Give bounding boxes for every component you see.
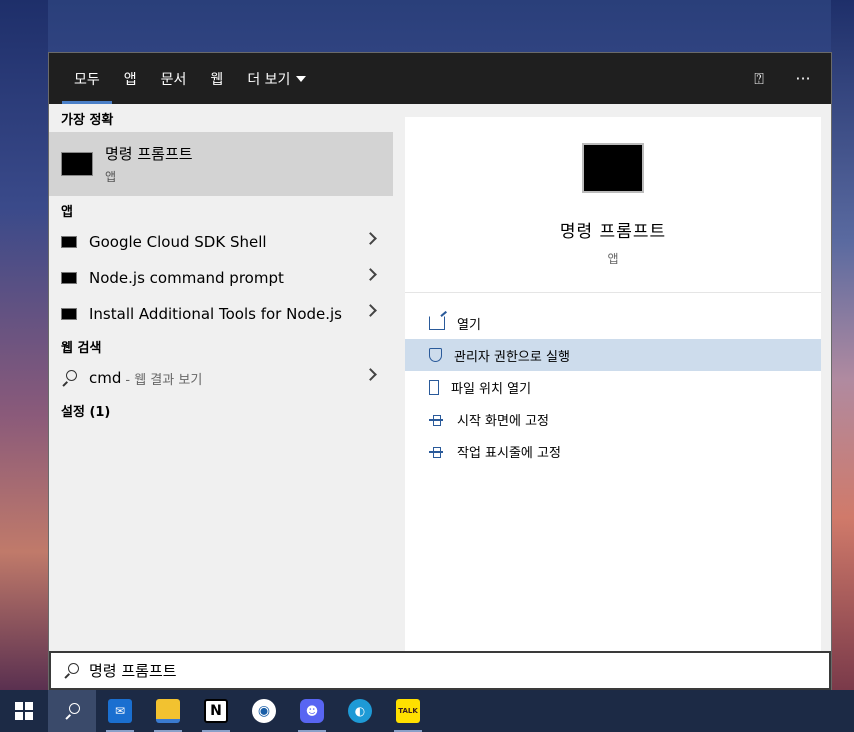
action-list: 열기 관리자 권한으로 실행 파일 위치 열기 시작 화면에 고정 작업 표시줄… — [405, 293, 821, 467]
terminal-icon — [61, 308, 77, 320]
tab-more[interactable]: 더 보기 — [235, 53, 318, 104]
more-options-icon[interactable]: ··· — [793, 69, 813, 88]
results-list: 가장 정확 명령 프롬프트 앱 앱 Google Cloud SDK Shell… — [49, 104, 393, 651]
search-icon — [64, 703, 80, 719]
action-label: 시작 화면에 고정 — [457, 413, 549, 429]
preview-title: 명령 프롬프트 — [559, 222, 667, 242]
taskbar-discord[interactable]: ☻ — [288, 690, 336, 732]
filter-tab-bar: 모두 앱 문서 웹 더 보기 ⍰ ··· — [49, 53, 831, 104]
action-label: 작업 표시줄에 고정 — [457, 445, 561, 461]
pin-icon — [429, 412, 445, 426]
search-icon — [61, 370, 77, 386]
command-prompt-icon — [582, 143, 644, 193]
taskbar-app-bird[interactable]: ◐ — [336, 690, 384, 732]
desktop-wallpaper-left — [0, 0, 48, 690]
tab-all-label: 모두 — [74, 71, 100, 88]
list-item-install-additional-tools[interactable]: Install Additional Tools for Node.js — [49, 296, 393, 332]
action-label: 관리자 권한으로 실행 — [454, 349, 570, 365]
best-match-header: 가장 정확 — [61, 112, 114, 128]
taskbar: ✉ N ◉ ☻ ◐ TALK — [0, 690, 854, 732]
web-query: cmd — [89, 369, 122, 387]
open-icon — [429, 316, 445, 330]
tab-web[interactable]: 웹 — [198, 53, 235, 104]
tab-apps[interactable]: 앱 — [112, 53, 149, 104]
tab-more-label: 더 보기 — [247, 71, 291, 88]
preview-pane: 명령 프롬프트 앱 열기 관리자 권한으로 실행 파일 위치 열기 시작 화면에… — [405, 117, 821, 651]
apps-header: 앱 — [61, 204, 73, 220]
list-item-google-cloud-sdk-shell[interactable]: Google Cloud SDK Shell — [49, 224, 393, 260]
windows-logo-icon — [15, 702, 33, 720]
shield-icon — [429, 348, 442, 362]
settings-header[interactable]: 설정 (1) — [49, 396, 393, 424]
bird-icon: ◐ — [348, 699, 372, 723]
terminal-icon — [61, 236, 77, 248]
best-match-item[interactable]: 명령 프롬프트 앱 — [49, 132, 393, 196]
desktop-wallpaper-right — [831, 0, 854, 690]
start-button[interactable] — [0, 690, 48, 732]
search-input[interactable] — [89, 661, 689, 680]
taskbar-kakaotalk[interactable]: TALK — [384, 690, 432, 732]
kakaotalk-icon: TALK — [396, 699, 420, 723]
feedback-icon[interactable]: ⍰ — [749, 69, 769, 89]
web-query-suffix: - 웹 결과 보기 — [125, 372, 203, 388]
list-item-label: Node.js command prompt — [89, 269, 284, 287]
list-item-web-search[interactable]: cmd - 웹 결과 보기 — [49, 360, 393, 396]
list-item-label: Install Additional Tools for Node.js — [89, 305, 343, 323]
notion-icon: N — [204, 699, 228, 723]
preview-subtitle: 앱 — [607, 252, 619, 266]
action-label: 파일 위치 열기 — [451, 381, 532, 397]
action-label: 열기 — [457, 317, 481, 333]
folder-icon — [156, 699, 180, 723]
mail-icon: ✉ — [108, 699, 132, 723]
best-match-subtitle: 앱 — [105, 170, 117, 184]
tab-documents-label: 문서 — [160, 71, 187, 88]
chevron-right-icon[interactable] — [364, 232, 377, 245]
list-item-nodejs-command-prompt[interactable]: Node.js command prompt — [49, 260, 393, 296]
pin-icon — [429, 444, 445, 458]
folder-icon — [429, 379, 439, 395]
taskbar-notion[interactable]: N — [192, 690, 240, 732]
tab-all[interactable]: 모두 — [62, 53, 112, 104]
chevron-right-icon[interactable] — [364, 268, 377, 281]
taskbar-search-button[interactable] — [48, 690, 96, 732]
chevron-right-icon[interactable] — [364, 304, 377, 317]
taskbar-mail[interactable]: ✉ — [96, 690, 144, 732]
action-open[interactable]: 열기 — [405, 307, 821, 339]
action-pin-to-taskbar[interactable]: 작업 표시줄에 고정 — [405, 435, 821, 467]
web-search-header: 웹 검색 — [61, 340, 102, 356]
action-open-file-location[interactable]: 파일 위치 열기 — [405, 371, 821, 403]
search-icon — [63, 662, 79, 679]
caret-down-icon — [296, 75, 307, 82]
action-run-as-admin[interactable]: 관리자 권한으로 실행 — [405, 339, 821, 371]
action-pin-to-start[interactable]: 시작 화면에 고정 — [405, 403, 821, 435]
globe-icon: ◉ — [252, 699, 276, 723]
command-prompt-icon — [61, 152, 93, 176]
best-match-title: 명령 프롬프트 — [105, 145, 193, 163]
search-box[interactable] — [49, 651, 831, 690]
list-item-label: Google Cloud SDK Shell — [89, 233, 267, 251]
taskbar-file-explorer[interactable] — [144, 690, 192, 732]
tab-apps-label: 앱 — [123, 71, 137, 88]
taskbar-browser[interactable]: ◉ — [240, 690, 288, 732]
terminal-icon — [61, 272, 77, 284]
discord-icon: ☻ — [300, 699, 324, 723]
search-panel: 모두 앱 문서 웹 더 보기 ⍰ ··· 가장 정확 명령 프롬프트 앱 앱 G… — [48, 52, 832, 690]
tab-documents[interactable]: 문서 — [149, 53, 199, 104]
chevron-right-icon[interactable] — [364, 368, 377, 381]
tab-web-label: 웹 — [210, 71, 224, 88]
